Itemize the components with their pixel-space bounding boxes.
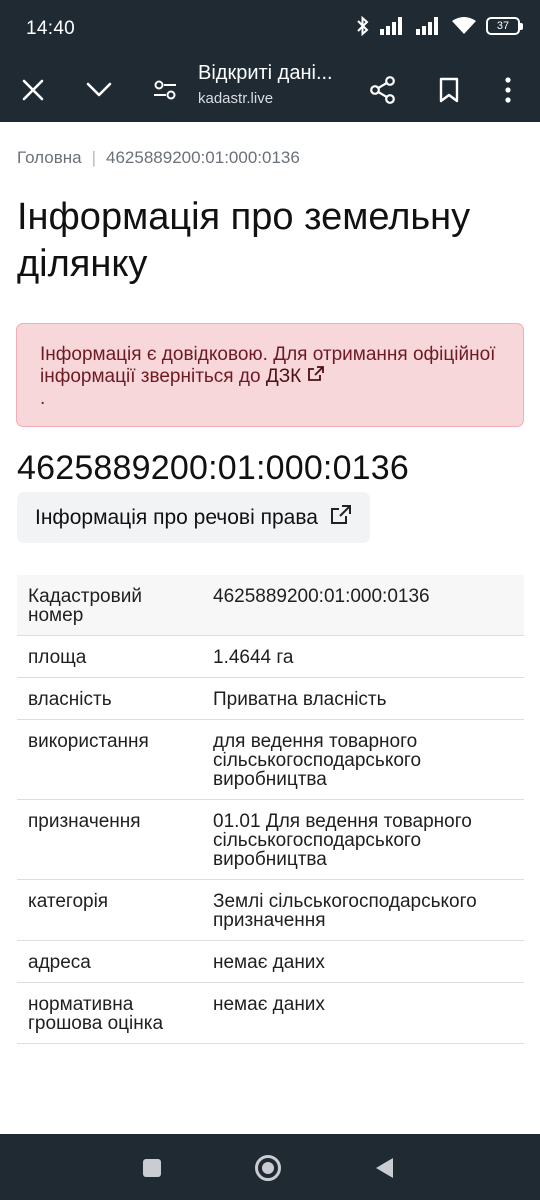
back-icon[interactable] <box>362 1146 406 1190</box>
status-bar: 14:40 37 <box>0 0 540 58</box>
browser-toolbar: Відкриті дані... kadastr.live <box>0 58 540 122</box>
row-key: використання <box>17 719 202 800</box>
page-settings-icon[interactable] <box>141 66 189 114</box>
breadcrumb-current: 4625889200:01:000:0136 <box>106 148 300 167</box>
parcel-info-table: Кадастровий номер 4625889200:01:000:0136 п… <box>17 575 524 1044</box>
row-value: Приватна власність <box>202 677 524 720</box>
bookmark-icon[interactable] <box>425 66 473 114</box>
row-value: 01.01 Для ведення товарного сільськогосп… <box>202 799 524 880</box>
dzk-link-label: ДЗК <box>265 366 302 387</box>
table-row: категорія Землі сільськогосподарського пр… <box>17 879 524 941</box>
table-row: власність Приватна власність <box>17 677 524 720</box>
battery-icon: 37 <box>486 17 523 35</box>
home-icon[interactable] <box>246 1146 290 1190</box>
cadastral-number: 4625889200:01:000:0136 <box>17 449 410 487</box>
wifi-icon <box>452 17 476 35</box>
row-value: Землі сільськогосподарського призначення <box>202 879 524 941</box>
row-value: для ведення товарного сільськогосподарсь… <box>202 719 524 800</box>
signal-icon <box>416 17 442 35</box>
more-vert-icon[interactable] <box>484 66 532 114</box>
table-row: призначення 01.01 Для ведення товарного с… <box>17 799 524 880</box>
alert-suffix: . <box>40 388 46 409</box>
table-row: адреса немає даних <box>17 940 524 983</box>
row-key: адреса <box>17 940 202 983</box>
status-icons: 37 <box>356 16 523 36</box>
external-link-icon <box>330 504 352 531</box>
row-value: 4625889200:01:000:0136 <box>202 575 524 636</box>
row-key: призначення <box>17 799 202 880</box>
table-row: Кадастровий номер 4625889200:01:000:0136 <box>17 575 524 636</box>
table-row: площа 1.4644 га <box>17 635 524 678</box>
table-row: використання для ведення товарного сільсь… <box>17 719 524 800</box>
row-key: власність <box>17 677 202 720</box>
page-tab-title[interactable]: Відкриті дані... <box>198 62 333 85</box>
share-icon[interactable] <box>359 66 407 114</box>
system-nav-bar <box>0 1134 540 1200</box>
bluetooth-icon <box>356 16 370 36</box>
breadcrumb-separator: | <box>91 148 97 167</box>
table-row: нормативна грошова оцінка немає даних <box>17 982 524 1044</box>
row-value: немає даних <box>202 940 524 983</box>
dzk-link[interactable]: ДЗК <box>266 366 325 387</box>
row-value: немає даних <box>202 982 524 1044</box>
row-key: категорія <box>17 879 202 941</box>
signal-icon <box>380 17 406 35</box>
recent-apps-icon[interactable] <box>130 1146 174 1190</box>
page-title: Інформація про земельну ділянку <box>17 196 471 285</box>
row-value: 1.4644 га <box>202 635 524 678</box>
breadcrumb: Головна | 4625889200:01:000:0136 <box>17 148 300 168</box>
property-rights-button[interactable]: Інформація про речові права <box>17 492 370 543</box>
battery-level: 37 <box>496 20 510 32</box>
row-key: нормативна грошова оцінка <box>17 982 202 1044</box>
row-key: площа <box>17 635 202 678</box>
external-link-icon <box>307 366 325 387</box>
page-url[interactable]: kadastr.live <box>198 90 273 107</box>
page-content: Головна | 4625889200:01:000:0136 Інформа… <box>0 122 540 1134</box>
property-rights-label: Інформація про речові права <box>35 505 318 529</box>
row-key: Кадастровий номер <box>17 575 202 636</box>
info-alert: Інформація є довідковою. Для отримання о… <box>16 323 524 427</box>
status-time: 14:40 <box>26 18 76 39</box>
breadcrumb-home[interactable]: Головна <box>17 148 82 168</box>
close-icon[interactable] <box>9 66 57 114</box>
chevron-down-icon[interactable] <box>75 66 123 114</box>
